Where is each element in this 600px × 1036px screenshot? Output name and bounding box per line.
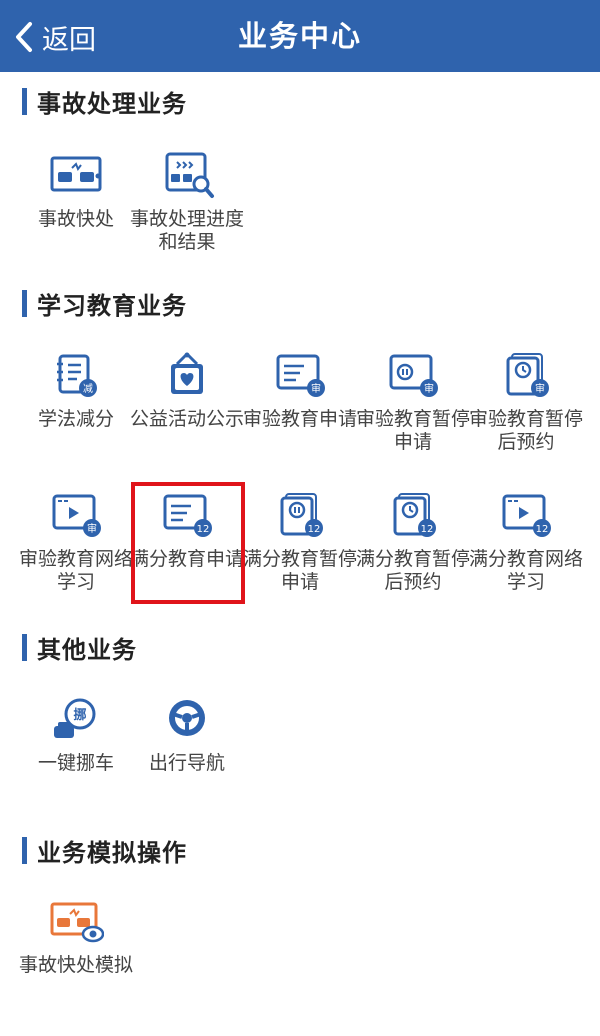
item-label: 学法减分	[37, 408, 114, 430]
service-item-accident-quick[interactable]: 事故快处	[19, 152, 133, 231]
svg-text:审: 审	[424, 382, 434, 395]
section-title: 事故处理业务	[37, 89, 187, 118]
svg-text:审: 审	[87, 522, 97, 535]
svg-text:12: 12	[421, 524, 434, 535]
accident-progress-icon	[165, 152, 214, 198]
svg-text:12: 12	[536, 524, 549, 535]
item-label: 满分教育暂停后预约	[356, 548, 471, 593]
section-accent-bar	[22, 87, 27, 115]
item-label: 审验教育网络学习	[19, 548, 134, 593]
accident-simulation-icon	[50, 902, 104, 943]
svg-text:审: 审	[311, 382, 321, 395]
item-label: 一键挪车	[37, 752, 114, 774]
review-education-reserve-icon: 审	[506, 353, 549, 397]
service-item-full-score-apply[interactable]: 12 满分教育申请	[130, 492, 244, 571]
service-item-navigation[interactable]: 出行导航	[130, 696, 244, 775]
item-label: 事故快处	[37, 208, 114, 230]
item-label: 审验教育暂停申请	[356, 408, 471, 453]
section-accent-bar	[22, 633, 27, 661]
section-header: 其他业务	[22, 632, 137, 664]
svg-text:减: 减	[83, 383, 93, 395]
charity-activity-icon	[171, 352, 203, 394]
review-education-apply-icon: 审	[276, 354, 325, 397]
header-bar: 返回 业务中心	[0, 0, 600, 72]
full-score-education-apply-icon: 12	[163, 494, 212, 537]
section-accent-bar	[22, 836, 27, 864]
item-label: 出行导航	[148, 752, 225, 774]
section-accent-bar	[22, 289, 27, 317]
item-label: 审验教育暂停后预约	[469, 408, 584, 453]
item-label: 审验教育申请	[243, 408, 358, 430]
section-header: 学习教育业务	[22, 288, 187, 320]
service-item-review-online[interactable]: 审 审验教育网络学习	[19, 492, 133, 594]
svg-text:挪: 挪	[73, 707, 86, 723]
service-item-full-score-pause[interactable]: 12 满分教育暂停申请	[243, 492, 357, 594]
item-label: 公益活动公示	[130, 408, 245, 430]
service-item-review-apply[interactable]: 审 审验教育申请	[243, 352, 357, 431]
accident-quick-icon	[50, 156, 102, 192]
service-item-review-pause[interactable]: 审 审验教育暂停申请	[356, 352, 470, 454]
full-score-education-reserve-icon: 12	[393, 493, 436, 537]
service-item-study-reduce[interactable]: 减 学法减分	[19, 352, 133, 431]
section-title: 学习教育业务	[37, 291, 187, 320]
service-item-move-car[interactable]: 挪 一键挪车	[19, 696, 133, 775]
service-item-accident-progress[interactable]: 事故处理进度和结果	[130, 152, 244, 254]
service-item-accident-simulation[interactable]: 事故快处模拟	[19, 898, 133, 977]
item-label: 事故快处模拟	[19, 954, 134, 976]
study-reduce-points-icon: 减	[57, 354, 97, 397]
page-title: 业务中心	[237, 19, 362, 53]
review-education-online-icon: 审	[52, 494, 101, 537]
service-item-full-score-online[interactable]: 12 满分教育网络学习	[469, 492, 583, 594]
review-education-pause-icon: 审	[389, 354, 438, 397]
section-title: 业务模拟操作	[37, 838, 187, 867]
service-item-charity[interactable]: 公益活动公示	[130, 352, 244, 431]
section-header: 业务模拟操作	[22, 835, 187, 867]
item-label: 事故处理进度和结果	[130, 208, 245, 253]
section-header: 事故处理业务	[22, 86, 187, 118]
move-car-icon: 挪	[54, 698, 96, 738]
service-item-review-reserve[interactable]: 审 审验教育暂停后预约	[469, 352, 583, 454]
service-item-full-score-reserve[interactable]: 12 满分教育暂停后预约	[356, 492, 470, 594]
section-title: 其他业务	[37, 635, 137, 664]
navigation-wheel-icon	[169, 700, 205, 736]
item-label: 满分教育网络学习	[469, 548, 584, 593]
full-score-education-pause-icon: 12	[280, 493, 323, 537]
svg-text:12: 12	[197, 524, 210, 535]
svg-text:12: 12	[308, 524, 321, 535]
item-label: 满分教育申请	[130, 548, 245, 570]
svg-text:审: 审	[535, 382, 545, 395]
item-label: 满分教育暂停申请	[243, 548, 358, 593]
full-score-education-online-icon: 12	[502, 494, 551, 537]
